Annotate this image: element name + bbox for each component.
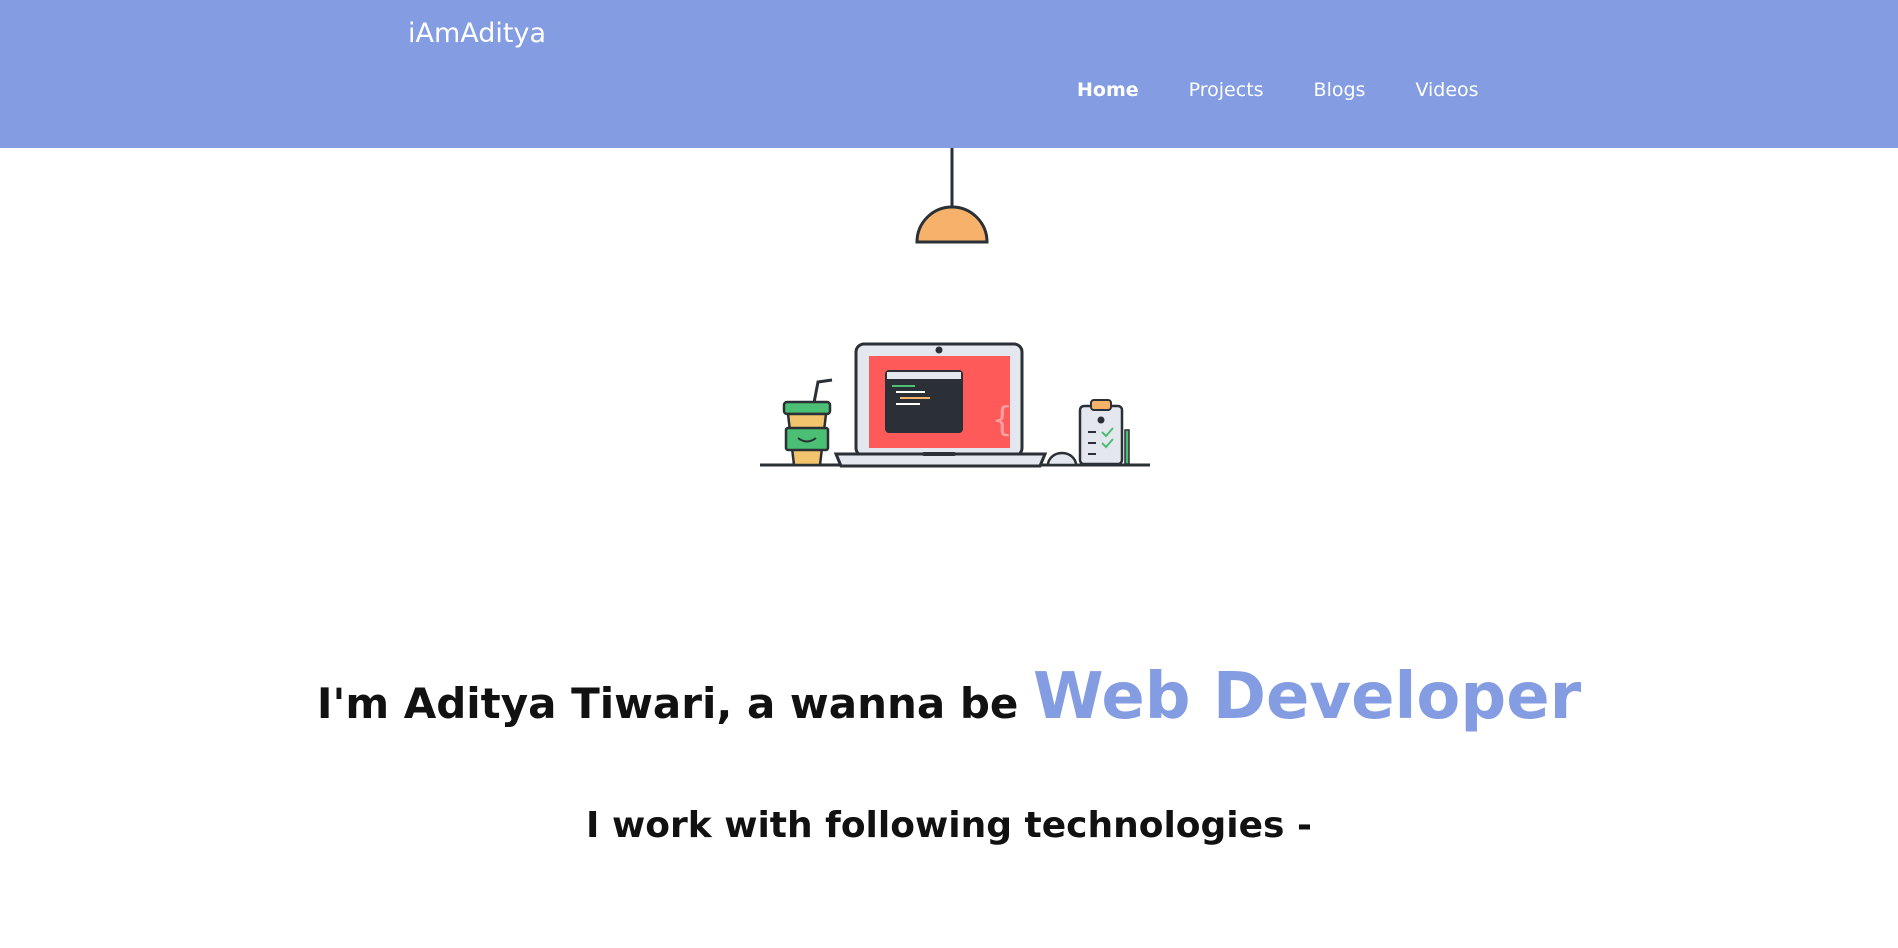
headline-prefix: I'm Aditya Tiwari, a wanna be	[316, 679, 1019, 728]
lamp-icon	[915, 148, 989, 244]
brand-logo[interactable]: iAmAditya	[408, 18, 546, 49]
technologies-heading: I work with following technologies -	[586, 805, 1312, 846]
hero-headline: I'm Aditya Tiwari, a wanna be Web Develo…	[0, 660, 1898, 734]
headline-role: Web Developer	[1033, 660, 1582, 734]
nav-videos-link[interactable]: Videos	[1415, 78, 1478, 102]
mouse-icon	[1046, 451, 1078, 467]
navbar: iAmAditya Home Projects Blogs Videos	[0, 0, 1898, 148]
nav-home-link[interactable]: Home	[1077, 78, 1139, 102]
laptop-icon: {	[833, 342, 1048, 468]
coffee-cup-icon	[782, 378, 833, 467]
nav-blogs-link[interactable]: Blogs	[1314, 78, 1366, 102]
nav-links: Home Projects Blogs Videos	[1077, 78, 1479, 102]
svg-text:{: {	[992, 400, 1012, 440]
hero-illustration: {	[740, 148, 1160, 482]
nav-projects-link[interactable]: Projects	[1189, 78, 1264, 102]
clipboard-icon	[1078, 399, 1130, 466]
